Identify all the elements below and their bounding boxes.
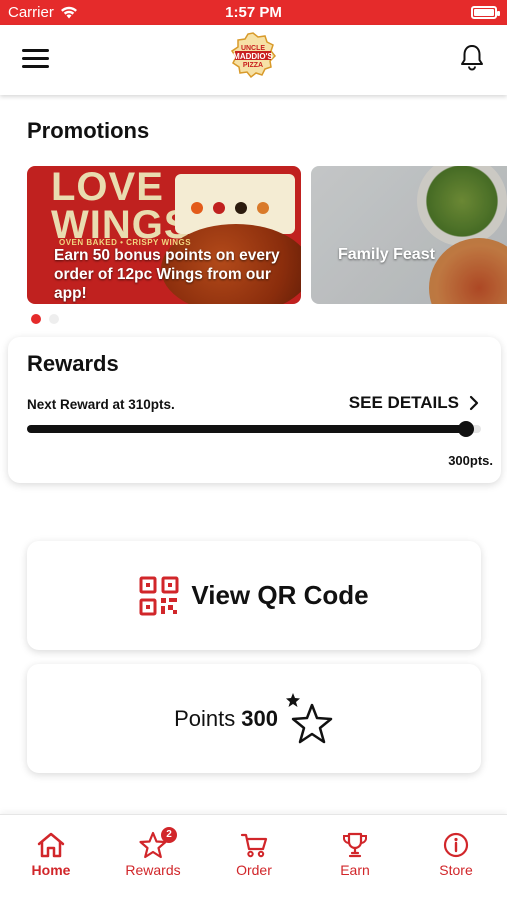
points-card[interactable]: Points 300: [27, 664, 481, 773]
cart-icon: [240, 833, 268, 858]
carousel-dot-2[interactable]: [49, 314, 59, 324]
tab-home-label: Home: [31, 862, 71, 878]
carousel-dots: [31, 314, 59, 324]
notification-bell-icon[interactable]: [459, 43, 485, 71]
promo-card-family-feast[interactable]: Family Feast: [311, 166, 507, 304]
chevron-right-icon: [469, 395, 479, 411]
tab-earn-label: Earn: [340, 862, 370, 878]
bottom-tab-bar: Home 2 Rewards Order Earn Store: [0, 814, 507, 900]
logo-line-1: UNCLE: [240, 45, 266, 52]
points-value: 300: [241, 705, 278, 731]
see-details-button[interactable]: SEE DETAILS: [349, 393, 479, 413]
tab-earn[interactable]: Earn: [315, 831, 395, 878]
rewards-title: Rewards: [27, 351, 119, 376]
tab-rewards[interactable]: 2 Rewards: [113, 827, 193, 878]
rewards-progress-bar: [27, 421, 481, 437]
logo-text: UNCLE MADDIO'S PIZZA: [229, 45, 277, 69]
promo-text: Family Feast: [338, 246, 435, 263]
battery-icon: [471, 6, 500, 19]
app-header: UNCLE MADDIO'S PIZZA: [0, 25, 507, 95]
see-details-label: SEE DETAILS: [348, 393, 459, 412]
logo-line-2: MADDIO'S: [233, 52, 273, 61]
tab-order[interactable]: Order: [214, 831, 294, 878]
menu-button[interactable]: [22, 49, 49, 69]
carousel-dot-1[interactable]: [31, 314, 41, 324]
logo-line-3: PIZZA: [242, 62, 264, 69]
qr-code-icon: [139, 576, 179, 615]
brand-logo[interactable]: UNCLE MADDIO'S PIZZA: [229, 31, 277, 79]
status-bar: Carrier 1:57 PM: [0, 0, 507, 25]
home-icon: [37, 832, 65, 858]
promotions-title: Promotions: [27, 118, 150, 143]
tab-store-label: Store: [439, 862, 473, 878]
progress-knob: [458, 421, 475, 437]
view-qr-code-button[interactable]: View QR Code: [27, 541, 481, 650]
tab-order-label: Order: [236, 862, 272, 878]
promo-card-wings[interactable]: LOVE WINGS? OVEN BAKED • CRISPY WINGS Ea…: [27, 166, 301, 304]
points-label: Points: [174, 705, 236, 731]
tab-home[interactable]: Home: [11, 831, 91, 878]
tab-rewards-label: Rewards: [125, 862, 181, 878]
tab-store[interactable]: Store: [416, 831, 496, 878]
stars-icon: [285, 692, 333, 743]
next-reward-label: Next Reward at 310pts.: [27, 397, 175, 412]
trophy-icon: [343, 832, 367, 858]
info-icon: [443, 832, 469, 858]
rewards-badge: 2: [161, 827, 177, 843]
progress-fill: [27, 425, 467, 433]
rewards-card: Rewards Next Reward at 310pts. SEE DETAI…: [8, 337, 501, 483]
promo-text: Earn 50 bonus points on every order of 1…: [54, 247, 280, 302]
view-qr-code-label: View QR Code: [191, 580, 369, 610]
current-points-label: 300pts.: [448, 453, 493, 468]
clock: 1:57 PM: [225, 4, 282, 21]
